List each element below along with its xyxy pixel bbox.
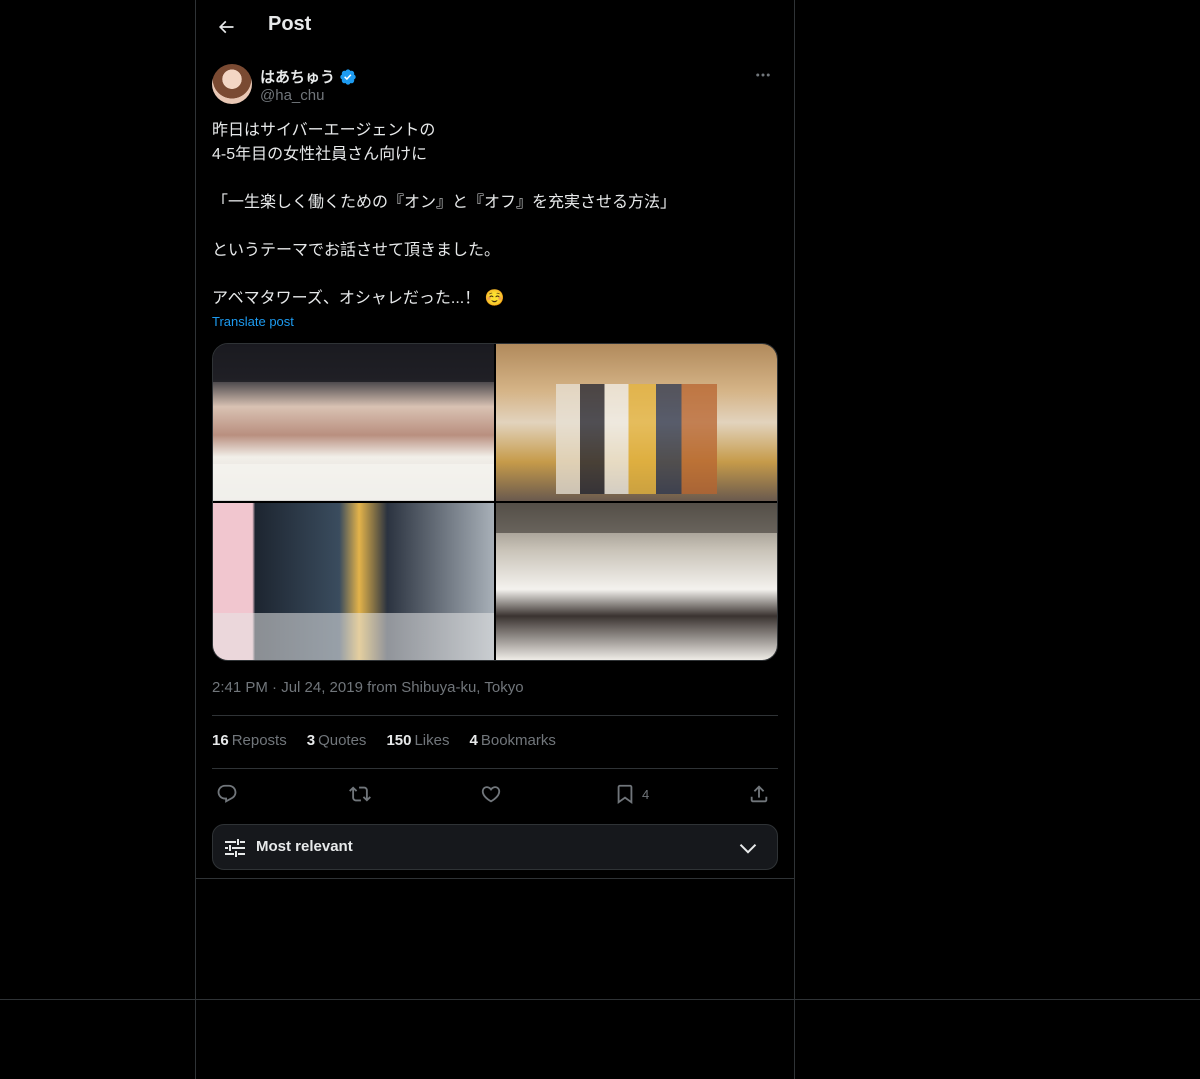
bookmarks-count: 4 (469, 732, 478, 749)
photo-talk-session[interactable] (213, 503, 494, 660)
reply-button[interactable] (216, 780, 238, 808)
bookmarks-label: Bookmarks (480, 732, 556, 749)
likes-label: Likes (414, 732, 450, 749)
divider (212, 715, 778, 716)
bookmark-icon (617, 784, 633, 805)
photo-group-seated[interactable] (213, 344, 494, 501)
media-grid (212, 343, 778, 661)
post-text-line: というテーマでお話させて頂きました。 (212, 242, 501, 259)
sliders-icon (225, 839, 245, 857)
likes-count: 150 (386, 732, 412, 749)
post-text-line: 4-5年目の女性社員さん向けに (212, 146, 428, 163)
post-text-line: 昨日はサイバーエージェントの (212, 122, 436, 139)
bookmark-count: 4 (642, 786, 650, 802)
share-icon (750, 785, 768, 803)
like-button[interactable] (480, 780, 502, 808)
bookmark-button[interactable]: 4 (614, 780, 649, 808)
photo-group-standing[interactable] (496, 344, 777, 501)
quotes-label: Quotes (318, 732, 367, 749)
more-horizontal-icon (756, 73, 770, 77)
heart-icon (481, 786, 501, 803)
post-text-blank-line (212, 215, 778, 239)
share-button[interactable] (748, 780, 770, 808)
page-title: Post (268, 13, 312, 35)
post-text-line-last: アベマタワーズ、オシャレだった...！ ☺️ (212, 287, 778, 311)
reply-icon (217, 784, 237, 803)
chevron-down-icon (739, 843, 757, 854)
photo-workshop[interactable] (496, 503, 777, 660)
quotes-stat[interactable]: 3 Quotes (307, 732, 367, 754)
page-header: Post (196, 0, 794, 54)
reposts-count: 16 (212, 732, 229, 749)
post-actions: 4 (212, 780, 778, 808)
translate-post-link[interactable]: Translate post (212, 314, 294, 329)
smiling-emoji-icon: ☺️ (484, 290, 505, 307)
quotes-count: 3 (306, 732, 316, 749)
divider (196, 878, 794, 879)
post-text-blank-line (212, 263, 778, 287)
post-text-line: アベマタワーズ、オシャレだった...！ (212, 290, 481, 307)
engagement-stats: 16 Reposts 3 Quotes 150 Likes 4 Bookmarks (212, 732, 778, 754)
post-text-blank-line (212, 167, 778, 191)
author-handle[interactable]: @ha_chu (260, 87, 324, 104)
reply-sort-dropdown[interactable]: Most relevant (212, 824, 778, 870)
sort-label: Most relevant (256, 838, 353, 855)
main-column: Post はあちゅう @ha_chu 昨日はサイバーエージェントの 4-5年目の… (195, 0, 795, 1079)
post-text: 昨日はサイバーエージェントの 4-5年目の女性社員さん向けに 「一生楽しく働くた… (212, 119, 778, 311)
post-timestamp[interactable]: 2:41 PM · Jul 24, 2019 from Shibuya-ku, … (212, 679, 524, 696)
verified-badge-icon[interactable] (339, 68, 357, 86)
repost-button[interactable] (349, 780, 371, 808)
avatar[interactable] (212, 64, 252, 104)
repost-icon (349, 786, 371, 802)
post-text-line: 「一生楽しく働くための『オン』と『オフ』を充実させる方法」 (212, 194, 677, 211)
reposts-stat[interactable]: 16 Reposts (212, 732, 287, 754)
author-name-row[interactable]: はあちゅう (260, 66, 357, 87)
post-author: はあちゅう @ha_chu (212, 64, 778, 108)
likes-stat[interactable]: 150 Likes (386, 732, 449, 754)
author-display-name[interactable]: はあちゅう (260, 66, 335, 87)
reposts-label: Reposts (231, 732, 287, 749)
more-button[interactable] (748, 64, 778, 86)
back-button[interactable] (208, 9, 244, 45)
arrow-left-icon (218, 20, 234, 34)
divider (212, 768, 778, 769)
bookmarks-stat[interactable]: 4 Bookmarks (470, 732, 556, 754)
